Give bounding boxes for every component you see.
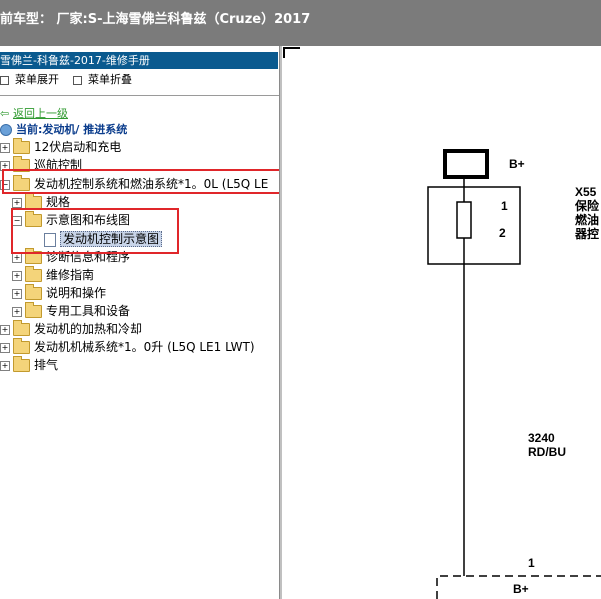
expand-plus-icon[interactable]: + <box>0 342 10 353</box>
expand-icon <box>0 75 9 85</box>
folder-icon <box>25 284 42 300</box>
tree-item-label: 12伏启动和充电 <box>34 140 122 154</box>
tree-item-exhaust[interactable]: + 排气 <box>0 356 58 374</box>
back-arrow-icon: ⇦ <box>0 106 10 120</box>
schematic-diagram: B+ 1 2 X55 保险 燃油 器控 3240 RD/BU 1 B+ <box>282 46 601 599</box>
highlight-box-engine-control <box>2 169 281 194</box>
current-location-icon <box>0 123 12 136</box>
corner-mark <box>283 47 300 58</box>
vehicle-title: 前车型： 厂家:S-上海雪佛兰科鲁兹（Cruze）2017 <box>0 12 311 27</box>
navigation-panel: 雪佛兰-科鲁兹-2017-维修手册 菜单展开 菜单折叠 ⇦ 返回上一级 当前:发动机… <box>0 46 281 599</box>
pin-2-label: 2 <box>499 226 506 240</box>
folder-icon <box>13 356 30 372</box>
back-link-label: 返回上一级 <box>13 107 68 120</box>
x55-line-4: 器控 <box>575 227 600 241</box>
fuse-icon <box>456 201 472 239</box>
current-path-label: 当前:发动机/ 推进系统 <box>16 123 128 136</box>
tree-item-12v-starting[interactable]: +12伏启动和充电 <box>0 138 121 156</box>
tree-item-label: 专用工具和设备 <box>46 304 131 318</box>
component-x55-label: X55 保险 燃油 器控 <box>575 185 599 241</box>
expand-plus-icon[interactable]: + <box>0 324 10 335</box>
folder-icon <box>13 320 30 336</box>
tree-item-label: 说明和操作 <box>46 286 107 300</box>
tree-item-label: 发动机机械系统*1。0升 (L5Q LE1 LWT) <box>34 340 255 354</box>
tree-item-label: 发动机的加热和冷却 <box>34 322 143 336</box>
current-path: 当前:发动机/ 推进系统 <box>0 120 127 138</box>
collapse-icon <box>73 75 82 85</box>
window-titlebar: 前车型： 厂家:S-上海雪佛兰科鲁兹（Cruze）2017 <box>0 0 601 46</box>
b-plus-bottom-label: B+ <box>513 582 529 596</box>
highlight-box-schematic <box>11 208 179 254</box>
expand-plus-icon[interactable]: + <box>12 197 22 208</box>
menu-toolbar: 菜单展开 菜单折叠 <box>0 72 146 88</box>
tree-item-label: 规格 <box>46 195 71 209</box>
wire-color-label: RD/BU <box>528 445 566 459</box>
menu-collapse-button[interactable]: 菜单折叠 <box>73 72 132 88</box>
tree-item-heating-cooling[interactable]: + 发动机的加热和冷却 <box>0 320 142 338</box>
expand-plus-icon[interactable]: + <box>12 288 22 299</box>
tree-item-repair-guide[interactable]: + 维修指南 <box>12 266 94 284</box>
divider <box>0 95 279 96</box>
tree-item-engine-mechanical[interactable]: + 发动机机械系统*1。0升 (L5Q LE1 LWT) <box>0 338 255 356</box>
expand-plus-icon[interactable]: + <box>12 306 22 317</box>
menu-collapse-label: 菜单折叠 <box>88 73 132 86</box>
x55-line-1: X55 <box>575 185 597 199</box>
expand-plus-icon[interactable]: + <box>12 252 22 263</box>
menu-expand-button[interactable]: 菜单展开 <box>0 72 59 88</box>
expand-plus-icon[interactable]: + <box>0 142 10 153</box>
tree-item-special-tools[interactable]: + 专用工具和设备 <box>12 302 130 320</box>
folder-icon <box>13 338 30 354</box>
folder-icon <box>25 266 42 282</box>
folder-icon <box>25 302 42 318</box>
tree-item-description[interactable]: + 说明和操作 <box>12 284 106 302</box>
x55-line-3: 燃油 <box>575 213 600 227</box>
x55-line-2: 保险 <box>575 199 600 213</box>
b-plus-top-label: B+ <box>509 157 525 171</box>
expand-plus-icon[interactable]: + <box>0 360 10 371</box>
expand-plus-icon[interactable]: + <box>12 270 22 281</box>
schematic-drawing <box>283 47 601 599</box>
menu-expand-label: 菜单展开 <box>15 73 59 86</box>
tree-item-label: 排气 <box>34 358 59 372</box>
wire-number-label: 3240 <box>528 431 555 445</box>
folder-icon <box>13 138 30 154</box>
tree-item-label: 维修指南 <box>46 268 95 282</box>
bottom-pin-1-label: 1 <box>528 556 535 570</box>
battery-terminal <box>443 149 489 179</box>
manual-header: 雪佛兰-科鲁兹-2017-维修手册 <box>0 52 278 69</box>
pin-1-label: 1 <box>501 199 508 213</box>
